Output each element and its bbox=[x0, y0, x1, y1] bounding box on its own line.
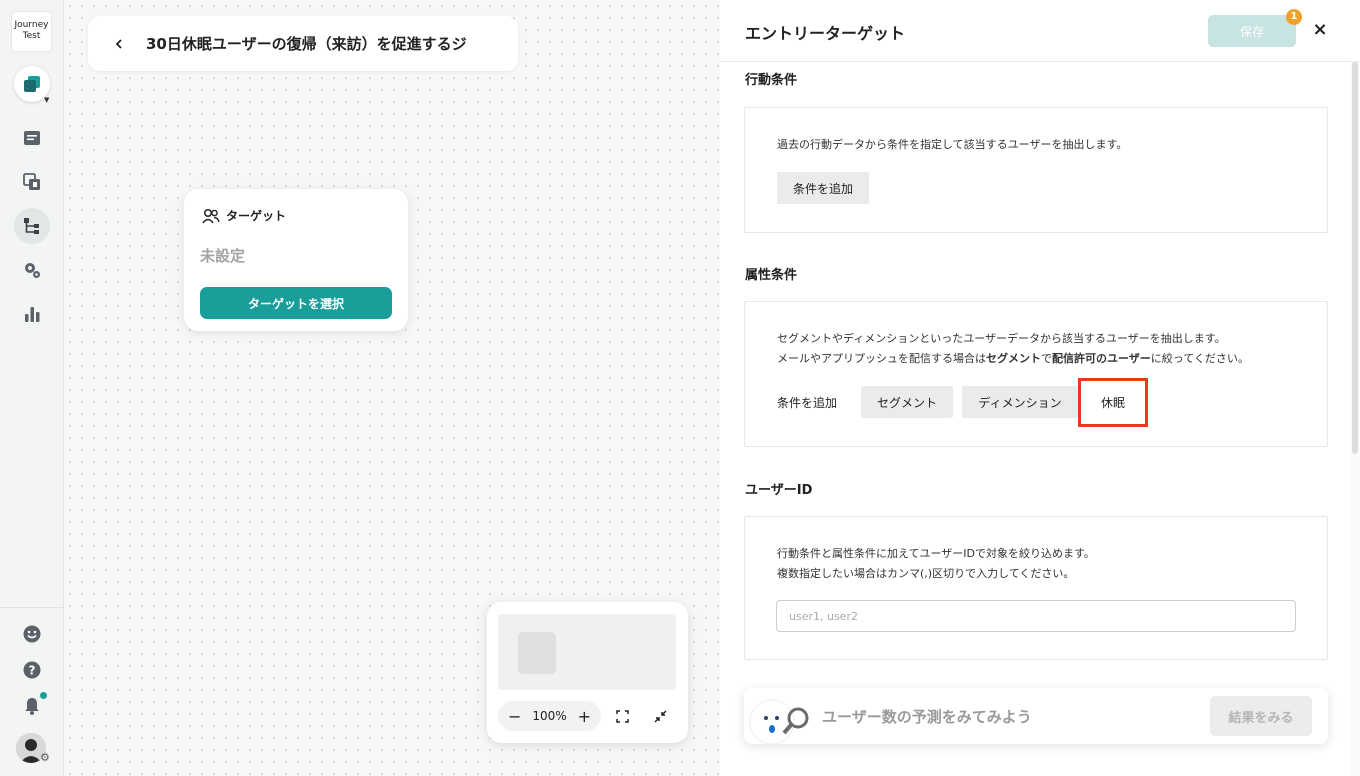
sidebar-item-templates[interactable] bbox=[14, 164, 50, 200]
minimap[interactable] bbox=[498, 614, 676, 690]
sidebar-item-help[interactable]: ? bbox=[14, 652, 50, 688]
fullscreen-icon bbox=[615, 709, 629, 723]
panel-header: エントリーターゲット 保存 1 × bbox=[720, 0, 1360, 62]
behavior-section bbox=[744, 107, 1328, 233]
scrollbar-thumb[interactable] bbox=[1352, 62, 1358, 454]
target-node-title: ターゲット bbox=[226, 209, 287, 223]
gears-icon bbox=[25, 263, 40, 278]
prediction-text: ユーザー数の予測をみてみよう bbox=[822, 708, 1032, 726]
journey-title-card: 30日休眠ユーザーの復帰（来訪）を促進するジ bbox=[88, 16, 518, 71]
sidebar-item-journey[interactable] bbox=[14, 208, 50, 244]
zoom-out-button[interactable]: − bbox=[508, 707, 521, 726]
add-condition-label: 条件を追加 bbox=[777, 396, 838, 410]
dimension-button[interactable]: ディメンション bbox=[962, 386, 1078, 418]
user-id-section bbox=[744, 516, 1328, 660]
layers-icon bbox=[24, 76, 40, 92]
bell-icon bbox=[25, 698, 39, 715]
see-results-button[interactable]: 結果をみる bbox=[1210, 696, 1312, 736]
user-id-input[interactable] bbox=[776, 600, 1296, 632]
copy-icon bbox=[23, 173, 40, 190]
desc-text: に絞ってください。 bbox=[1150, 352, 1249, 365]
entry-target-panel: エントリーターゲット 保存 1 × 行動条件 過去の行動データから条件を指定して… bbox=[720, 0, 1360, 776]
add-behavior-condition-button[interactable]: 条件を追加 bbox=[777, 172, 869, 204]
collapse-arrows-icon bbox=[653, 709, 667, 723]
zoom-level: 100% bbox=[532, 709, 567, 723]
bar-chart-icon bbox=[25, 307, 40, 322]
notification-dot bbox=[40, 692, 47, 699]
desc-emphasis: セグメント bbox=[986, 352, 1041, 365]
sidebar-item-feedback[interactable] bbox=[14, 616, 50, 652]
logo-line-1: Journey bbox=[14, 20, 49, 30]
minimap-node bbox=[518, 632, 556, 674]
save-badge: 1 bbox=[1286, 9, 1302, 25]
help-icon: ? bbox=[23, 661, 41, 679]
flow-tree-icon bbox=[24, 218, 39, 234]
fit-screen-button[interactable] bbox=[613, 707, 631, 725]
back-button[interactable] bbox=[106, 31, 132, 57]
user-id-description-2: 複数指定したい場合はカンマ(,)区切りで入力してください。 bbox=[777, 567, 1075, 580]
chevron-down-icon: ▼ bbox=[44, 96, 50, 104]
highlight-box bbox=[1078, 378, 1148, 427]
desc-text: メールやアプリプッシュを配信する場合は bbox=[777, 352, 986, 365]
workspace-logo[interactable]: Journey Test bbox=[11, 11, 52, 52]
select-target-button[interactable]: ターゲットを選択 bbox=[200, 287, 392, 319]
behavior-description: 過去の行動データから条件を指定して該当するユーザーを抽出します。 bbox=[777, 138, 1128, 151]
desc-emphasis: 配信許可のユーザー bbox=[1052, 352, 1151, 365]
panel-title: エントリーターゲット bbox=[745, 24, 906, 43]
target-status: 未設定 bbox=[200, 247, 246, 265]
attribute-section bbox=[744, 301, 1328, 447]
smiley-icon bbox=[23, 625, 41, 643]
attribute-section-title: 属性条件 bbox=[745, 268, 798, 283]
sidebar-item-messages[interactable] bbox=[14, 120, 50, 156]
gear-icon[interactable]: ⚙ bbox=[40, 751, 50, 764]
zoom-panel: − 100% + bbox=[487, 602, 688, 743]
collapse-button[interactable] bbox=[651, 707, 669, 725]
users-icon bbox=[202, 208, 220, 223]
sidebar: Journey Test ▼ ? ⚙ bbox=[0, 0, 64, 776]
attribute-description-2: メールやアプリプッシュを配信する場合はセグメントで配信許可のユーザーに絞ってくだ… bbox=[777, 349, 1249, 369]
sidebar-item-settings[interactable] bbox=[14, 252, 50, 288]
zoom-in-button[interactable]: + bbox=[578, 707, 591, 726]
chevron-left-icon bbox=[115, 38, 122, 49]
logo-line-2: Test bbox=[22, 31, 41, 41]
target-node-header: ターゲット bbox=[202, 207, 286, 224]
user-id-description-1: 行動条件と属性条件に加えてユーザーIDで対象を絞り込めます。 bbox=[777, 547, 1095, 560]
mascot-magnifier-icon bbox=[749, 699, 809, 745]
prediction-bar: ユーザー数の予測をみてみよう 結果をみる bbox=[744, 688, 1328, 745]
save-button[interactable]: 保存 bbox=[1208, 15, 1296, 47]
desc-text: で bbox=[1041, 352, 1052, 365]
segment-button[interactable]: セグメント bbox=[861, 386, 953, 418]
sidebar-item-analytics[interactable] bbox=[14, 296, 50, 332]
message-box-icon bbox=[24, 131, 40, 145]
sidebar-divider bbox=[0, 607, 64, 608]
behavior-section-title: 行動条件 bbox=[745, 73, 798, 88]
journey-title[interactable]: 30日休眠ユーザーの復帰（来訪）を促進するジ bbox=[146, 33, 496, 54]
close-button[interactable]: × bbox=[1310, 20, 1330, 40]
target-node[interactable]: ターゲット 未設定 ターゲットを選択 bbox=[184, 189, 408, 331]
user-id-section-title: ユーザーID bbox=[745, 483, 813, 498]
attribute-description-1: セグメントやディメンションといったユーザーデータから該当するユーザーを抽出します… bbox=[777, 332, 1226, 345]
zoom-control: − 100% + bbox=[498, 701, 601, 731]
svg-text:?: ? bbox=[29, 664, 36, 678]
